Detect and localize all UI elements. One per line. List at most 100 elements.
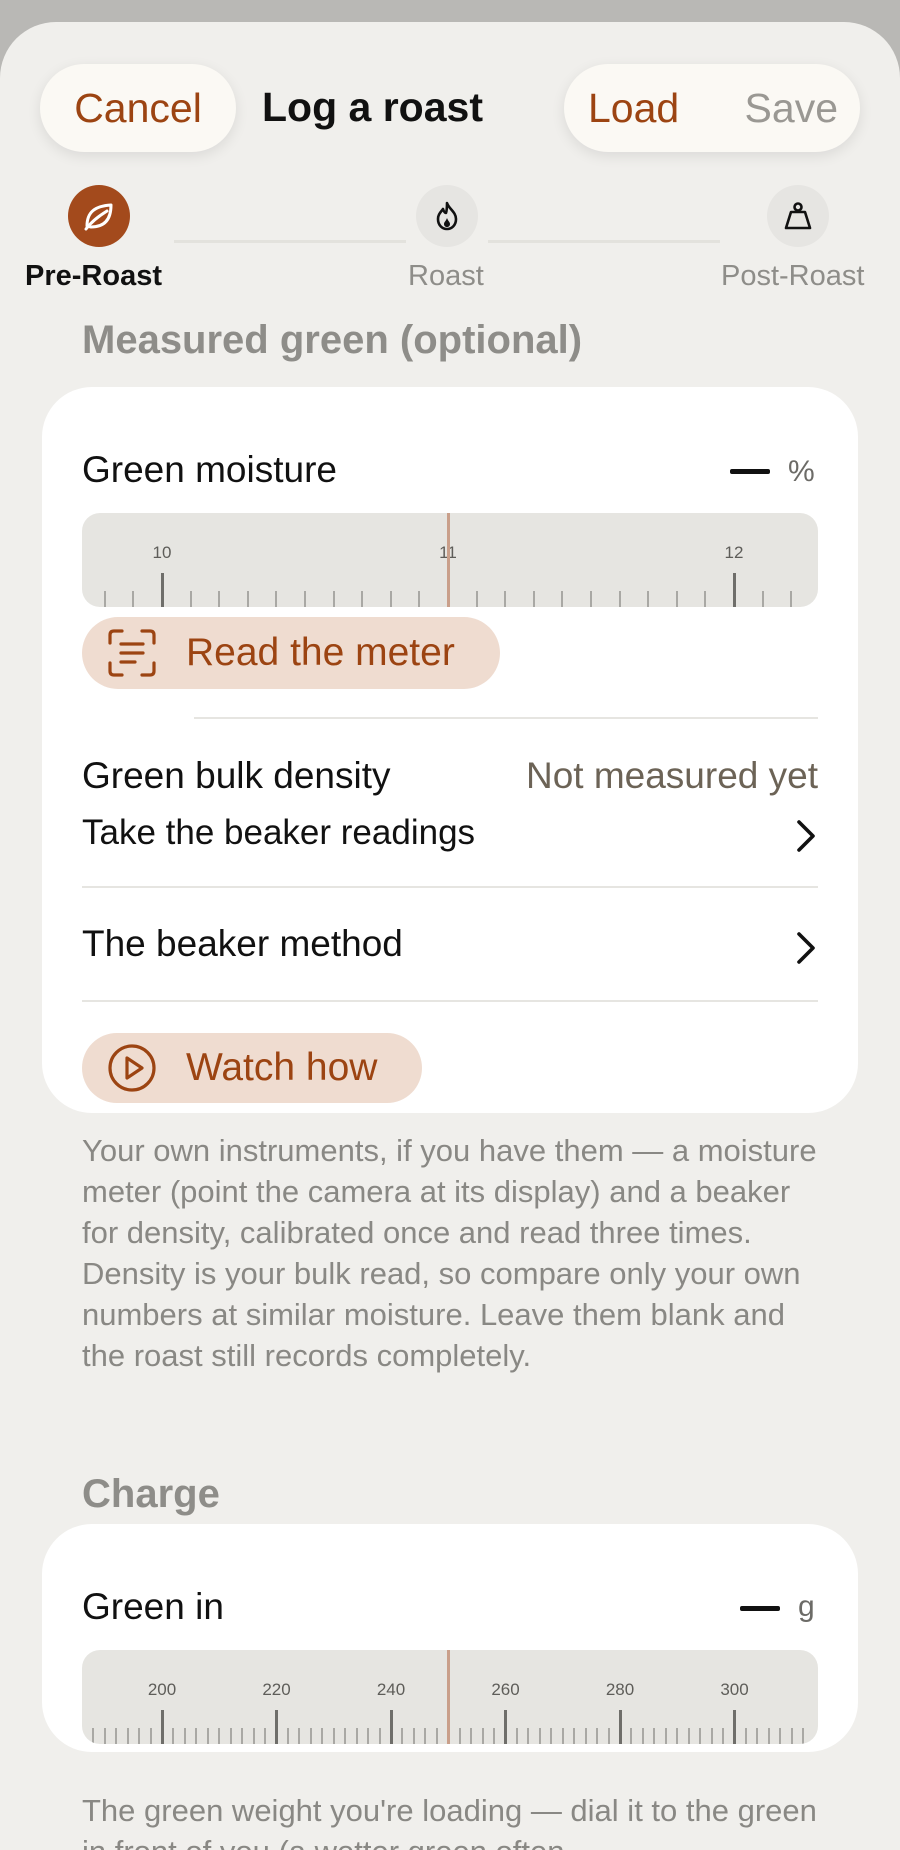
ruler-minor-tick: [218, 591, 221, 607]
ruler-minor-tick: [458, 1728, 461, 1744]
ruler-minor-tick: [761, 591, 764, 607]
green-moisture-empty-value: [730, 469, 770, 474]
ruler-tick-label: 12: [724, 543, 744, 562]
green-moisture-unit: %: [788, 455, 815, 488]
ruler-minor-tick: [115, 1728, 118, 1744]
green-in-ruler[interactable]: 200 220 240 260 280 300: [82, 1650, 818, 1744]
ruler-minor-tick: [493, 1728, 496, 1744]
step-connector: [174, 240, 406, 243]
ruler-minor-tick: [790, 591, 793, 607]
ruler-minor-tick: [206, 1728, 209, 1744]
load-save-group: Load Save: [564, 64, 860, 152]
step-pre-roast[interactable]: [68, 185, 130, 247]
ruler-minor-tick: [641, 1728, 644, 1744]
ruler-minor-tick: [504, 591, 507, 607]
ruler-minor-tick: [704, 591, 707, 607]
ruler-minor-tick: [647, 591, 650, 607]
ruler-minor-tick: [332, 591, 335, 607]
ruler-minor-tick: [189, 591, 192, 607]
ruler-minor-tick: [802, 1728, 805, 1744]
roast-log-sheet: Cancel Log a roast Load Save Pre-Roast R…: [0, 22, 900, 1850]
ruler-minor-tick: [264, 1728, 267, 1744]
ruler-tick-label: 260: [491, 1680, 520, 1699]
step-connector: [488, 240, 720, 243]
step-post-roast[interactable]: [767, 185, 829, 247]
load-button[interactable]: Load: [588, 85, 679, 132]
ruler-minor-tick: [590, 591, 592, 607]
ruler-minor-tick: [470, 1728, 473, 1744]
ruler-minor-tick: [195, 1728, 198, 1744]
charge-footer: The green weight you're loading — dial i…: [82, 1793, 817, 1850]
ruler-minor-tick: [687, 1728, 690, 1744]
ruler-minor-tick: [675, 591, 678, 607]
ruler-minor-tick: [218, 1728, 221, 1744]
step-label-roast: Roast: [408, 260, 484, 292]
read-meter-label: Read the meter: [186, 631, 455, 674]
ruler-major-tick: [732, 573, 736, 607]
ruler-tick-label: 240: [376, 1680, 406, 1699]
cancel-button[interactable]: Cancel: [40, 64, 236, 152]
ruler-major-tick: [160, 573, 164, 607]
chevron-right-icon: [797, 820, 815, 852]
ruler-minor-tick: [515, 1728, 518, 1744]
ruler-minor-tick: [618, 591, 621, 607]
leaf-icon: [84, 203, 113, 231]
ruler-minor-tick: [246, 591, 249, 607]
ruler-minor-tick: [550, 1728, 553, 1744]
ruler-minor-tick: [304, 591, 306, 607]
step-label-pre-roast: Pre-Roast: [25, 260, 162, 292]
read-meter-button[interactable]: Read the meter: [82, 617, 500, 689]
ruler-tick-label: 10: [152, 543, 172, 562]
green-in-empty-value: [740, 1606, 780, 1611]
ruler-minor-tick: [475, 591, 478, 607]
green-in-unit: g: [798, 1590, 815, 1623]
green-bulk-density-label: Green bulk density: [82, 755, 391, 796]
ruler-minor-tick: [481, 1728, 484, 1744]
ruler-indicator: [446, 1650, 450, 1744]
ruler-minor-tick: [132, 591, 135, 607]
measured-green-card: Green moisture % 101112 Read the meter G…: [42, 387, 858, 1113]
ruler-tick-label: 300: [720, 1680, 749, 1699]
ruler-tick-label: 220: [262, 1680, 291, 1699]
ruler-tick-label: 200: [147, 1680, 177, 1699]
save-button[interactable]: Save: [745, 85, 838, 132]
beaker-method-row[interactable]: The beaker method: [82, 917, 818, 977]
ruler-minor-tick: [722, 1728, 725, 1744]
green-bulk-density-value: Not measured yet: [525, 755, 818, 796]
ruler-minor-tick: [527, 1728, 530, 1744]
ruler-minor-tick: [241, 1728, 244, 1744]
cancel-label: Cancel: [74, 84, 202, 131]
ruler-minor-tick: [561, 591, 564, 607]
ruler-minor-tick: [149, 1728, 152, 1744]
flame-icon: [436, 201, 458, 231]
ruler-minor-tick: [252, 1728, 255, 1744]
ruler-minor-tick: [103, 591, 106, 607]
ruler-minor-tick: [744, 1728, 747, 1744]
ruler-minor-tick: [298, 1728, 301, 1744]
ruler-major-tick: [618, 1710, 622, 1744]
ruler-minor-tick: [538, 1728, 541, 1744]
ruler-minor-tick: [596, 1728, 599, 1744]
divider: [194, 717, 818, 719]
ruler-minor-tick: [532, 591, 535, 607]
ruler-major-tick: [504, 1710, 507, 1744]
step-roast[interactable]: [416, 185, 478, 247]
charge-card: Green in g 200 220 240 260 280 300: [42, 1524, 858, 1752]
beaker-method-label: The beaker method: [82, 923, 403, 964]
ruler-minor-tick: [126, 1728, 129, 1744]
ruler-minor-tick: [367, 1728, 370, 1744]
moisture-ruler[interactable]: 101112: [82, 513, 818, 607]
ruler-minor-tick: [344, 1728, 347, 1744]
take-beaker-readings-row[interactable]: Take the beaker readings: [82, 807, 818, 863]
ruler-minor-tick: [378, 1728, 381, 1744]
ruler-minor-tick: [172, 1728, 175, 1744]
ruler-minor-tick: [92, 1728, 95, 1744]
ruler-minor-tick: [573, 1728, 576, 1744]
ruler-minor-tick: [332, 1728, 335, 1744]
divider: [82, 1000, 818, 1002]
ruler-minor-tick: [418, 591, 421, 607]
ruler-minor-tick: [767, 1728, 770, 1744]
watch-how-button[interactable]: Watch how: [82, 1033, 422, 1103]
ruler-minor-tick: [584, 1728, 587, 1744]
ruler-minor-tick: [435, 1728, 438, 1744]
